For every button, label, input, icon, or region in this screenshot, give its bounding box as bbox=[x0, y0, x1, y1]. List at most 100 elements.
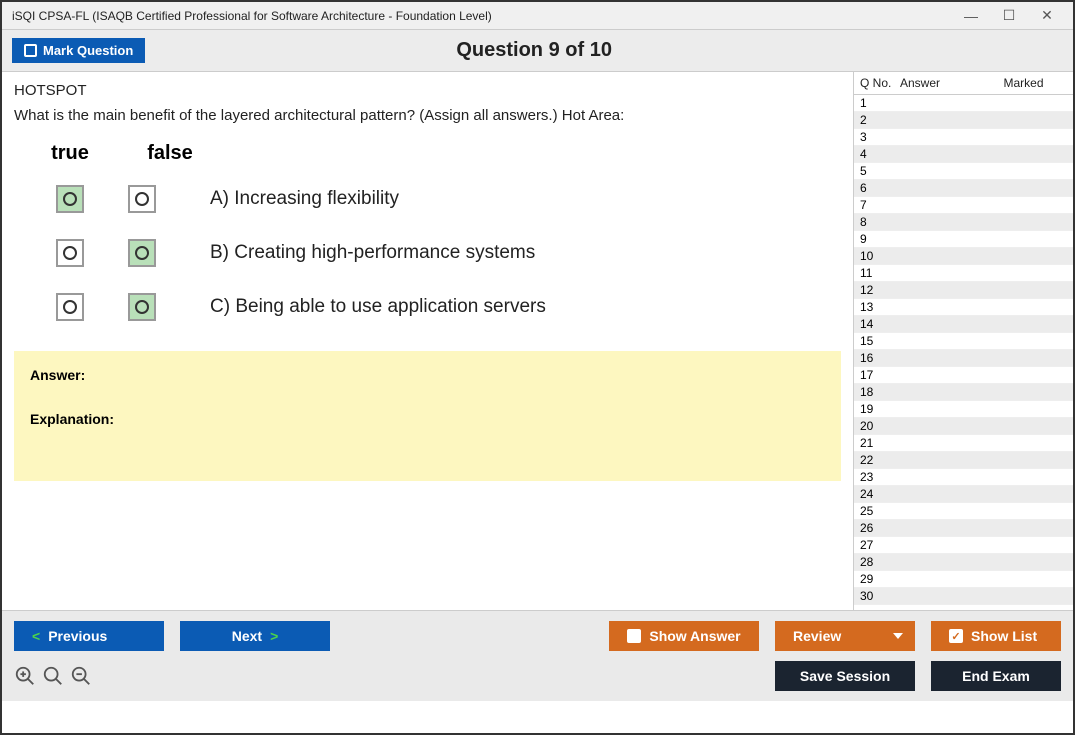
list-item[interactable]: 14 bbox=[854, 316, 1073, 333]
list-item[interactable]: 13 bbox=[854, 299, 1073, 316]
zoom-in-icon[interactable] bbox=[14, 665, 36, 687]
list-item-number: 2 bbox=[860, 113, 900, 127]
topbar: Mark Question Question 9 of 10 bbox=[2, 30, 1073, 72]
next-button[interactable]: Next > bbox=[180, 621, 330, 651]
zoom-reset-icon[interactable] bbox=[42, 665, 64, 687]
list-item-number: 4 bbox=[860, 147, 900, 161]
list-item-number: 19 bbox=[860, 402, 900, 416]
mark-question-label: Mark Question bbox=[43, 43, 133, 58]
option-text: A) Increasing flexibility bbox=[210, 188, 399, 210]
list-item[interactable]: 3 bbox=[854, 129, 1073, 146]
list-item[interactable]: 2 bbox=[854, 112, 1073, 129]
question-prompt: What is the main benefit of the layered … bbox=[14, 107, 841, 124]
answer-label: Answer: bbox=[30, 367, 825, 383]
review-button[interactable]: Review bbox=[775, 621, 915, 651]
zoom-out-icon[interactable] bbox=[70, 665, 92, 687]
save-session-button[interactable]: Save Session bbox=[775, 661, 915, 691]
check-icon: ✓ bbox=[949, 629, 963, 643]
show-list-button[interactable]: ✓ Show List bbox=[931, 621, 1061, 651]
list-item[interactable]: 11 bbox=[854, 265, 1073, 282]
list-item[interactable]: 7 bbox=[854, 197, 1073, 214]
list-item-number: 6 bbox=[860, 181, 900, 195]
hotspot-row: C) Being able to use application servers bbox=[34, 293, 841, 321]
hotspot-false-cell[interactable] bbox=[128, 293, 156, 321]
list-item[interactable]: 16 bbox=[854, 350, 1073, 367]
hotspot-true-cell[interactable] bbox=[56, 293, 84, 321]
question-list-pane: Q No. Answer Marked 12345678910111213141… bbox=[853, 72, 1073, 610]
hotspot-false-cell[interactable] bbox=[128, 239, 156, 267]
list-item[interactable]: 21 bbox=[854, 435, 1073, 452]
show-answer-label: Show Answer bbox=[649, 628, 740, 644]
list-item[interactable]: 18 bbox=[854, 384, 1073, 401]
list-item-number: 8 bbox=[860, 215, 900, 229]
hotspot-false-cell[interactable] bbox=[128, 185, 156, 213]
header-marked: Marked bbox=[980, 76, 1067, 90]
list-item[interactable]: 4 bbox=[854, 146, 1073, 163]
show-list-label: Show List bbox=[971, 628, 1037, 644]
previous-button[interactable]: < Previous bbox=[14, 621, 164, 651]
list-item-number: 16 bbox=[860, 351, 900, 365]
list-item-number: 18 bbox=[860, 385, 900, 399]
header-false: false bbox=[140, 142, 200, 165]
section-label: HOTSPOT bbox=[14, 82, 841, 99]
list-item[interactable]: 30 bbox=[854, 588, 1073, 605]
list-header: Q No. Answer Marked bbox=[854, 72, 1073, 95]
list-item-number: 1 bbox=[860, 96, 900, 110]
list-item[interactable]: 27 bbox=[854, 537, 1073, 554]
maximize-button[interactable]: ☐ bbox=[991, 5, 1027, 27]
close-button[interactable]: ✕ bbox=[1029, 5, 1065, 27]
list-item[interactable]: 20 bbox=[854, 418, 1073, 435]
end-exam-button[interactable]: End Exam bbox=[931, 661, 1061, 691]
list-body[interactable]: 1234567891011121314151617181920212223242… bbox=[854, 95, 1073, 610]
list-item[interactable]: 24 bbox=[854, 486, 1073, 503]
hotspot-row: B) Creating high-performance systems bbox=[34, 239, 841, 267]
list-item-number: 26 bbox=[860, 521, 900, 535]
save-session-label: Save Session bbox=[800, 668, 890, 684]
radio-icon bbox=[63, 300, 77, 314]
list-item-number: 10 bbox=[860, 249, 900, 263]
list-item-number: 28 bbox=[860, 555, 900, 569]
question-pane: HOTSPOT What is the main benefit of the … bbox=[2, 72, 853, 610]
radio-icon bbox=[135, 300, 149, 314]
hotspot-true-cell[interactable] bbox=[56, 239, 84, 267]
list-item[interactable]: 26 bbox=[854, 520, 1073, 537]
mark-question-button[interactable]: Mark Question bbox=[12, 38, 145, 63]
list-item[interactable]: 25 bbox=[854, 503, 1073, 520]
chevron-left-icon: < bbox=[32, 628, 40, 644]
square-icon bbox=[627, 629, 641, 643]
list-item-number: 12 bbox=[860, 283, 900, 297]
dropdown-icon bbox=[893, 633, 903, 639]
list-item-number: 30 bbox=[860, 589, 900, 603]
window-title: iSQI CPSA-FL (ISAQB Certified Profession… bbox=[10, 9, 951, 23]
list-item[interactable]: 29 bbox=[854, 571, 1073, 588]
list-item[interactable]: 28 bbox=[854, 554, 1073, 571]
header-true: true bbox=[40, 142, 100, 165]
list-item[interactable]: 15 bbox=[854, 333, 1073, 350]
list-item[interactable]: 8 bbox=[854, 214, 1073, 231]
list-item[interactable]: 6 bbox=[854, 180, 1073, 197]
list-item[interactable]: 9 bbox=[854, 231, 1073, 248]
list-item-number: 5 bbox=[860, 164, 900, 178]
titlebar: iSQI CPSA-FL (ISAQB Certified Profession… bbox=[2, 2, 1073, 30]
hotspot-true-cell[interactable] bbox=[56, 185, 84, 213]
list-item[interactable]: 10 bbox=[854, 248, 1073, 265]
answer-box: Answer: Explanation: bbox=[14, 351, 841, 481]
radio-icon bbox=[63, 246, 77, 260]
list-item[interactable]: 1 bbox=[854, 95, 1073, 112]
option-text: C) Being able to use application servers bbox=[210, 296, 546, 318]
list-item-number: 11 bbox=[860, 266, 900, 280]
list-item[interactable]: 17 bbox=[854, 367, 1073, 384]
minimize-button[interactable]: — bbox=[953, 5, 989, 27]
list-item-number: 13 bbox=[860, 300, 900, 314]
show-answer-button[interactable]: Show Answer bbox=[609, 621, 759, 651]
review-label: Review bbox=[793, 628, 841, 644]
list-item[interactable]: 22 bbox=[854, 452, 1073, 469]
previous-label: Previous bbox=[48, 628, 107, 644]
header-qno: Q No. bbox=[860, 76, 900, 90]
list-item-number: 27 bbox=[860, 538, 900, 552]
list-item[interactable]: 5 bbox=[854, 163, 1073, 180]
list-item-number: 14 bbox=[860, 317, 900, 331]
list-item[interactable]: 12 bbox=[854, 282, 1073, 299]
list-item[interactable]: 19 bbox=[854, 401, 1073, 418]
list-item[interactable]: 23 bbox=[854, 469, 1073, 486]
